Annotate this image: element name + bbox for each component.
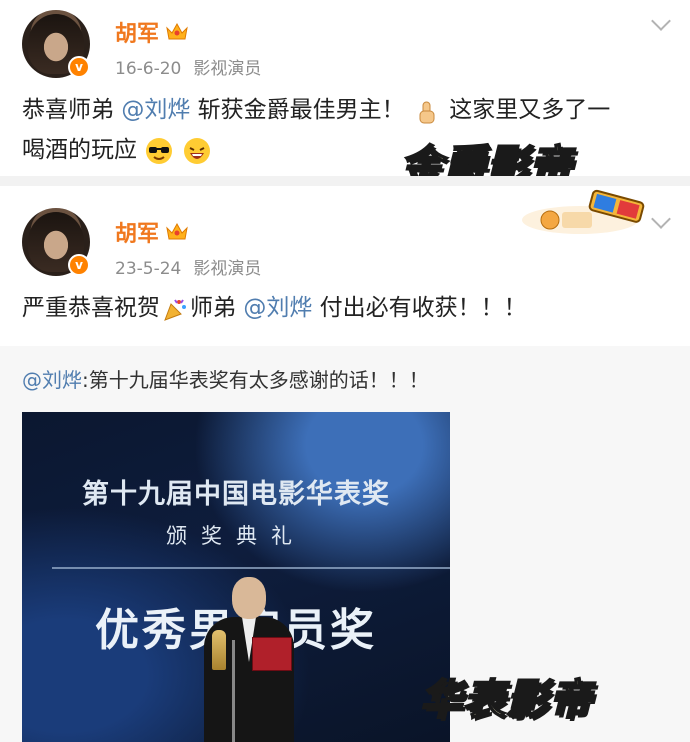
- post-text-mid: 师弟: [190, 295, 244, 321]
- chevron-down-icon[interactable]: [651, 209, 671, 229]
- mention-link[interactable]: @刘烨: [121, 97, 190, 123]
- repost-container[interactable]: @刘烨:第十九届华表奖有太多感谢的话！！！ 第十九届中国电影华表奖 颁奖典礼 优…: [0, 346, 690, 742]
- microphone-stand: [232, 640, 235, 742]
- post-text-prefix: 恭喜师弟: [22, 97, 122, 123]
- mention-link[interactable]: @刘烨: [243, 295, 312, 321]
- post-text-suffix: 付出必有收获！！！: [312, 295, 527, 321]
- post-text-suffix: 斩获金爵最佳男主！: [190, 97, 405, 123]
- crown-icon: [166, 222, 188, 240]
- post-text-prefix: 严重恭喜祝贺: [22, 295, 160, 321]
- verified-icon: v: [68, 56, 90, 78]
- photo-divider: [52, 567, 450, 569]
- chevron-down-icon[interactable]: [651, 11, 671, 31]
- post-meta: 16-6-20 影视演员: [115, 54, 273, 79]
- photo-line1: 第十九届中国电影华表奖: [82, 479, 390, 510]
- post-text-line2a: 这家里又多了一: [441, 97, 611, 123]
- photo-line2: 颁奖典礼: [166, 524, 306, 548]
- post-source: 影视演员: [193, 59, 262, 79]
- post-text: 恭喜师弟 @刘烨 斩获金爵最佳男主！ 这家里又多了一 喝酒的玩应: [22, 90, 670, 170]
- separator: [0, 176, 690, 186]
- post-date: 16-6-20: [115, 59, 182, 79]
- 3d-glasses-icon: [522, 189, 645, 234]
- crown-icon: [166, 22, 188, 40]
- post-date: 23-5-24: [115, 259, 182, 279]
- certificate: [252, 637, 292, 671]
- party-popper-icon: [162, 296, 188, 322]
- repost-text-body: :第十九届华表奖有太多感谢的话！！！: [82, 368, 429, 392]
- thumbs-up-icon: [414, 98, 440, 124]
- verified-icon: v: [68, 254, 90, 276]
- cool-emoji-icon: [146, 137, 173, 164]
- repost-mention-link[interactable]: @刘烨: [22, 368, 82, 392]
- repost-text: @刘烨:第十九届华表奖有太多感谢的话！！！: [22, 364, 429, 393]
- post-text: 严重恭喜祝贺 师弟 @刘烨 付出必有收获！！！: [22, 288, 670, 328]
- post-source: 影视演员: [193, 259, 262, 279]
- trophy-icon: [212, 630, 226, 670]
- post-meta: 23-5-24 影视演员: [115, 254, 273, 279]
- stamp-huabiao: 华表影帝: [419, 674, 593, 725]
- award-photo[interactable]: 第十九届中国电影华表奖 颁奖典礼 优秀男演员奖: [22, 412, 450, 742]
- post-text-line2b: 喝酒的玩应: [22, 137, 137, 163]
- author-name[interactable]: 胡军: [115, 16, 159, 48]
- weibo-post-1: v 胡军 16-6-20 影视演员 恭喜师弟 @刘烨 斩获金爵最佳男主！ 这家里又…: [0, 0, 690, 191]
- laugh-emoji-icon: [183, 137, 210, 164]
- author-name[interactable]: 胡军: [115, 216, 159, 248]
